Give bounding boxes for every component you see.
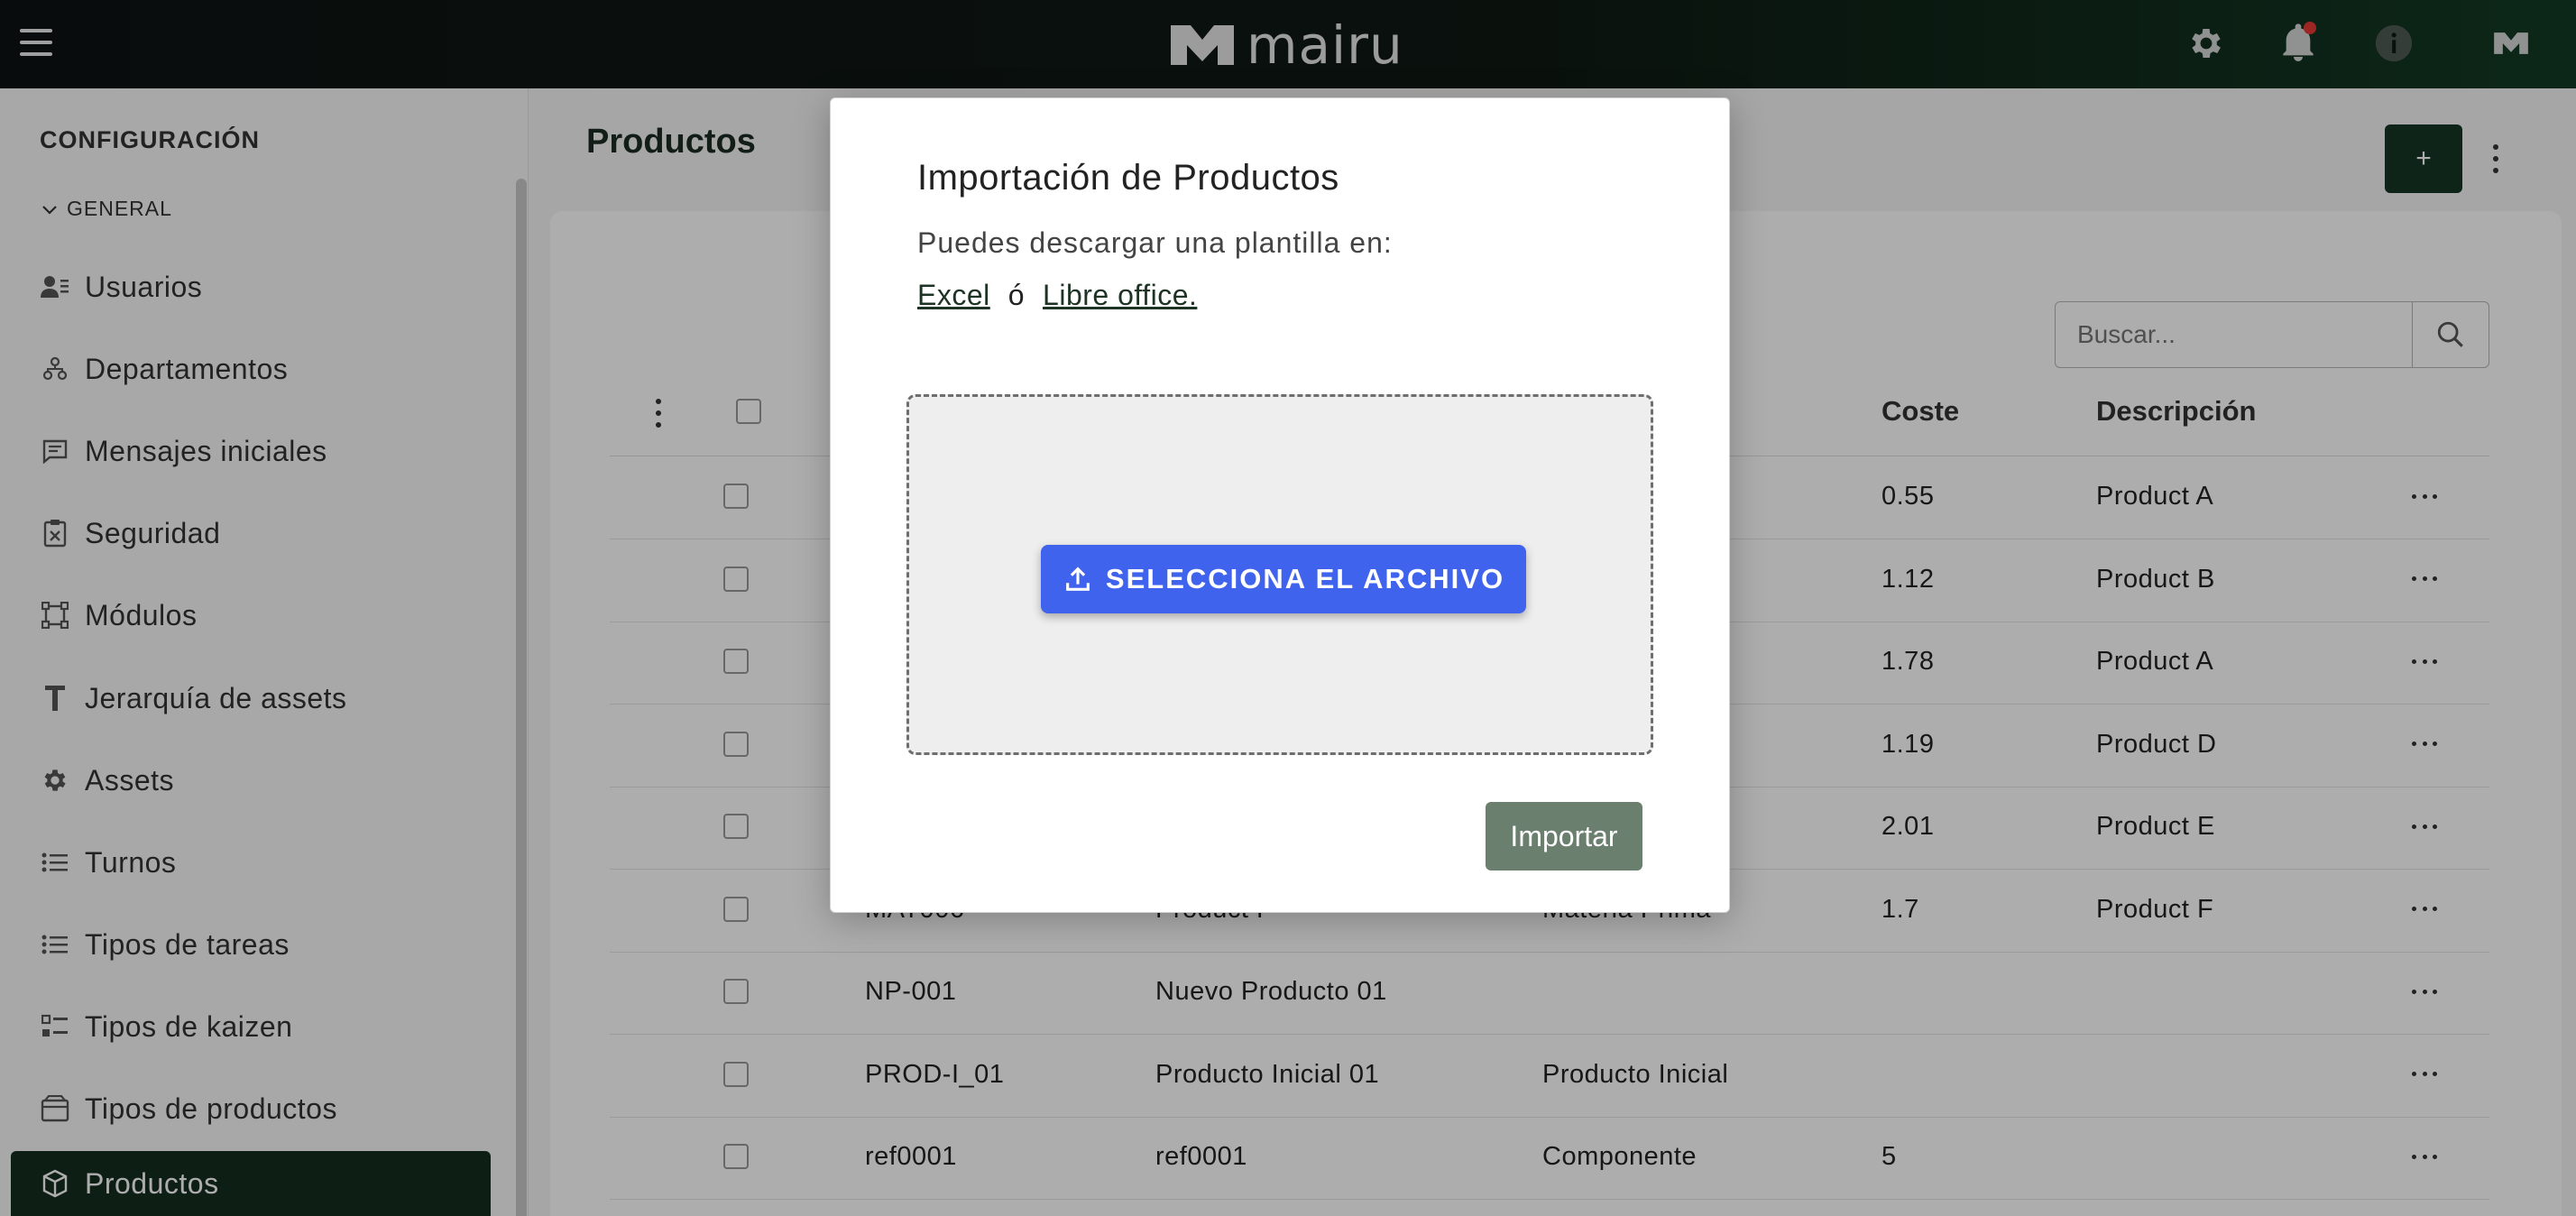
import-button[interactable]: Importar xyxy=(1486,802,1642,871)
select-file-label: SELECCIONA EL ARCHIVO xyxy=(1105,563,1505,594)
upload-icon xyxy=(1066,567,1090,591)
template-links: Excel ó Libre office. xyxy=(917,279,1197,312)
link-separator: ó xyxy=(1007,279,1026,311)
excel-template-link[interactable]: Excel xyxy=(917,279,990,312)
import-dialog: Importación de Productos Puedes descarga… xyxy=(830,97,1730,913)
select-file-button[interactable]: SELECCIONA EL ARCHIVO xyxy=(1041,545,1526,613)
dialog-description: Puedes descargar una plantilla en: xyxy=(917,226,1393,259)
dialog-title: Importación de Productos xyxy=(917,158,1339,198)
file-dropzone[interactable]: SELECCIONA EL ARCHIVO xyxy=(906,394,1653,755)
libre-office-template-link[interactable]: Libre office. xyxy=(1043,279,1197,312)
